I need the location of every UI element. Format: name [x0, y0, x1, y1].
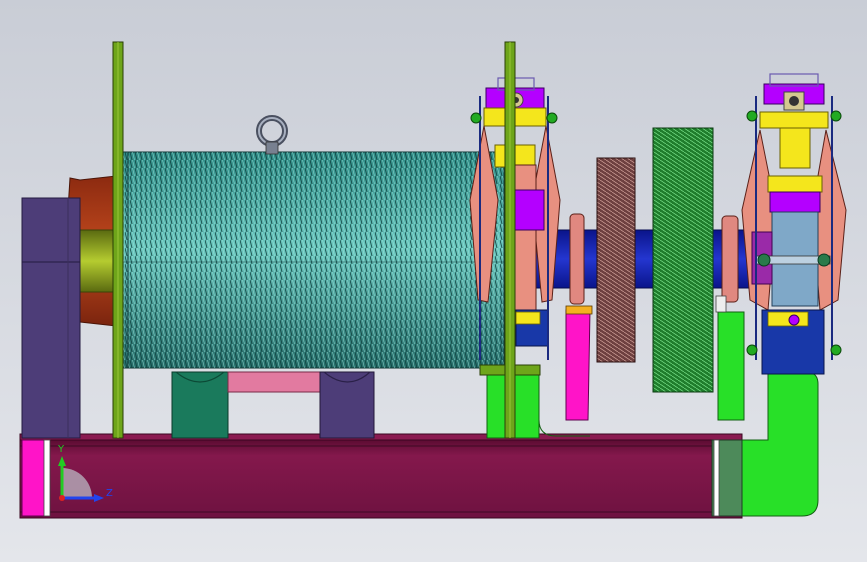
gear-wheel-large [652, 127, 714, 393]
coupling-disc-right [721, 215, 739, 303]
pedestal-tie-plate [227, 371, 321, 393]
magenta-support-left [565, 309, 591, 421]
green-support-right [717, 311, 745, 421]
z-axis-label: Z [106, 488, 113, 499]
motor-housing [21, 197, 81, 439]
base-frame-beam [19, 439, 743, 519]
y-axis-label: Y [57, 444, 65, 455]
coupling-disc-left [569, 213, 585, 305]
cad-viewport[interactable]: Y Z [0, 0, 867, 562]
coupling-hub [77, 229, 119, 293]
base-end-cap-left [21, 439, 47, 517]
gear-wheel-small [596, 157, 636, 363]
winch-assembly-drawing: Y Z [0, 0, 867, 562]
